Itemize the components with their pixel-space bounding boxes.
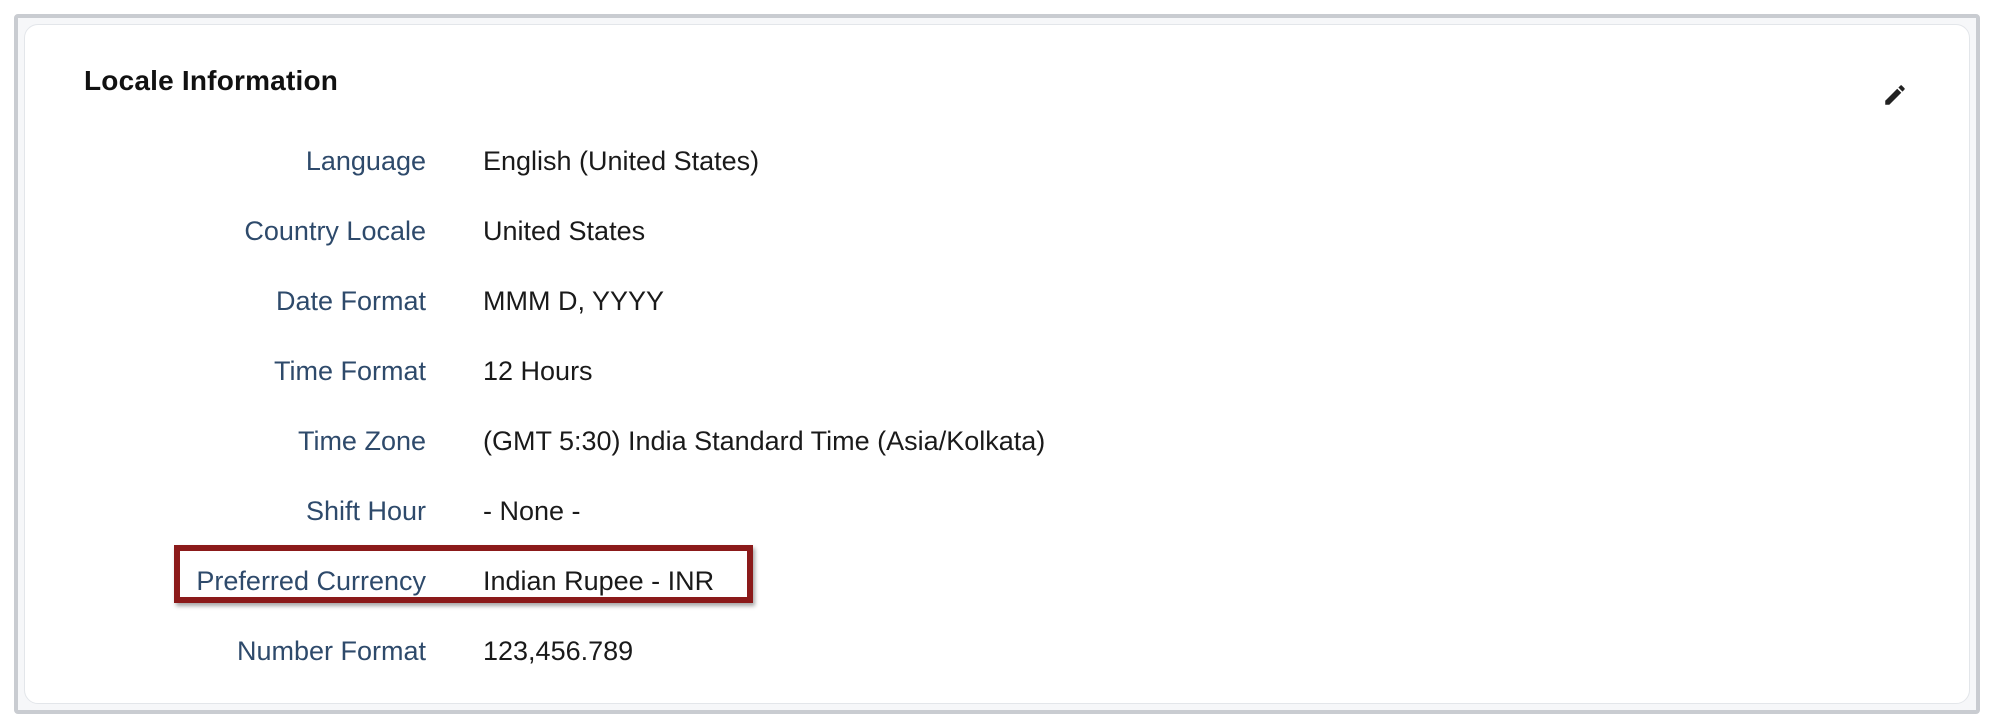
- field-label: Country Locale: [244, 216, 426, 246]
- field-value: (GMT 5:30) India Standard Time (Asia/Kol…: [483, 426, 1046, 456]
- field-value: - None -: [483, 496, 581, 526]
- field-row-date-format: Date Format MMM D, YYYY: [25, 281, 1225, 321]
- field-label: Time Zone: [297, 426, 426, 456]
- edit-button[interactable]: [1875, 77, 1915, 117]
- field-label: Date Format: [275, 286, 426, 316]
- field-row-shift-hour: Shift Hour - None -: [25, 491, 1225, 531]
- field-row-time-zone: Time Zone (GMT 5:30) India Standard Time…: [25, 421, 1225, 461]
- field-row-number-format: Number Format 123,456.789: [25, 631, 1225, 671]
- field-row-time-format: Time Format 12 Hours: [25, 351, 1225, 391]
- pencil-icon: [1882, 82, 1908, 113]
- field-value: 12 Hours: [483, 356, 593, 386]
- highlight-annotation-box: [174, 545, 753, 603]
- field-value: MMM D, YYYY: [483, 286, 665, 316]
- field-row-language: Language English (United States): [25, 141, 1225, 181]
- field-row-country-locale: Country Locale United States: [25, 211, 1225, 251]
- field-value: United States: [483, 216, 646, 246]
- field-label: Shift Hour: [305, 496, 426, 526]
- locale-information-card: Locale Information Language English (Uni…: [24, 24, 1970, 704]
- section-title: Locale Information: [84, 65, 339, 96]
- field-value: English (United States): [483, 146, 760, 176]
- field-label: Time Format: [273, 356, 426, 386]
- field-label: Language: [305, 146, 426, 176]
- screenshot-frame: Locale Information Language English (Uni…: [14, 14, 1980, 714]
- field-value: 123,456.789: [483, 636, 634, 666]
- field-label: Number Format: [236, 636, 426, 666]
